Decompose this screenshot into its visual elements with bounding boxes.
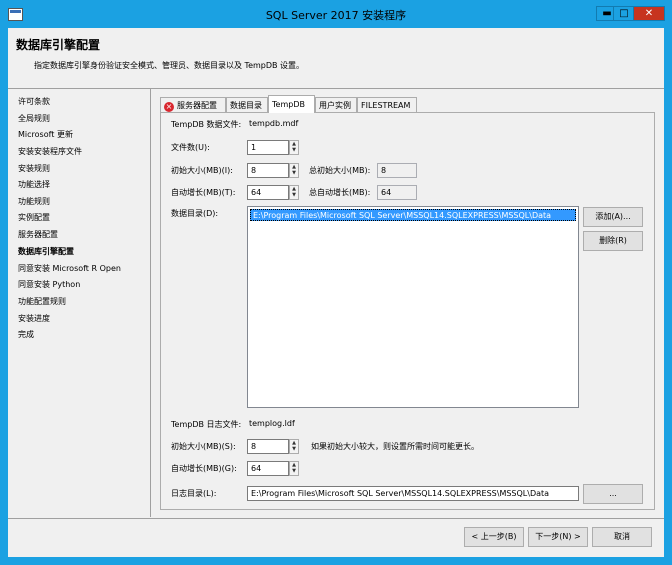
window-title: SQL Server 2017 安装程序 [265,9,407,22]
next-button[interactable]: 下一步(N) > [528,527,588,547]
file-count-label: 文件数(U): [171,143,210,152]
sidebar-item[interactable]: 同意安装 Microsoft R Open [18,263,121,274]
sidebar-item[interactable]: 同意安装 Python [18,279,80,290]
sidebar-item[interactable]: Microsoft 更新 [18,129,73,140]
close-button[interactable]: ✕ [633,6,665,21]
sidebar-item[interactable]: 功能配置规则 [18,296,66,307]
title-bar[interactable]: SQL Server 2017 安装程序 ▬ □ ✕ [0,0,672,28]
data-dir-label: 数据目录(D): [171,209,219,218]
autogrowth-label: 自动增长(MB)(T): [171,188,236,197]
tab-label: 服务器配置 [177,101,217,110]
maximize-button[interactable]: □ [613,6,635,21]
sidebar-item-active[interactable]: 数据库引擎配置 [18,246,74,257]
browse-log-dir-button[interactable]: ... [583,484,643,504]
back-button[interactable]: < 上一步(B) [464,527,524,547]
sidebar-item[interactable]: 实例配置 [18,212,50,223]
total-autogrowth-label: 总自动增长(MB): [309,188,371,197]
log-dir-label: 日志目录(L): [171,489,217,498]
data-dir-list[interactable]: E:\Program Files\Microsoft SQL Server\MS… [247,206,579,408]
initial-size-label: 初始大小(MB)(I): [171,166,233,175]
spin-down-icon[interactable]: ▼ [290,192,298,198]
sidebar-item[interactable]: 安装安装程序文件 [18,146,82,157]
sidebar: 许可条款 全局规则 Microsoft 更新 安装安装程序文件 安装规则 功能选… [8,89,150,519]
data-dir-item[interactable]: E:\Program Files\Microsoft SQL Server\MS… [250,209,576,221]
log-initial-stepper[interactable]: ▲ ▼ [289,439,299,454]
cancel-button[interactable]: 取消 [592,527,652,547]
sidebar-item[interactable]: 完成 [18,329,34,340]
spin-down-icon[interactable]: ▼ [290,170,298,176]
log-autogrowth-input[interactable]: 64 [247,461,289,476]
log-autogrowth-stepper[interactable]: ▲ ▼ [289,461,299,476]
sidebar-item[interactable]: 安装进度 [18,313,50,324]
tab-filestream[interactable]: FILESTREAM [357,97,417,112]
total-initial-value: 8 [377,163,417,178]
log-autogrowth-label: 自动增长(MB)(G): [171,464,237,473]
data-file-label: TempDB 数据文件: [171,120,242,129]
footer-divider [8,518,664,519]
autogrowth-input[interactable]: 64 [247,185,289,200]
sidebar-divider [150,89,151,517]
initial-size-input[interactable]: 8 [247,163,289,178]
page-subtitle: 指定数据库引擎身份验证安全模式、管理员、数据目录以及 TempDB 设置。 [34,61,305,70]
add-dir-button[interactable]: 添加(A)... [583,207,643,227]
sidebar-item[interactable]: 服务器配置 [18,229,58,240]
sidebar-item[interactable]: 功能选择 [18,179,50,190]
log-dir-input[interactable]: E:\Program Files\Microsoft SQL Server\MS… [247,486,579,501]
file-count-input[interactable]: 1 [247,140,289,155]
spin-down-icon[interactable]: ▼ [290,147,298,153]
error-icon: × [164,102,174,112]
log-initial-input[interactable]: 8 [247,439,289,454]
tab-data-directories[interactable]: 数据目录 [226,97,268,112]
tab-tempdb[interactable]: TempDB [268,95,315,113]
spin-down-icon[interactable]: ▼ [290,468,298,474]
log-size-hint: 如果初始大小较大，则设置所需时间可能更长。 [311,442,479,451]
page-header: 数据库引擎配置 指定数据库引擎身份验证安全模式、管理员、数据目录以及 TempD… [8,28,664,89]
page-title: 数据库引擎配置 [16,38,101,52]
tempdb-panel: TempDB 数据文件: tempdb.mdf 文件数(U): 1 ▲ ▼ 初始大… [160,112,655,510]
sidebar-item[interactable]: 许可条款 [18,96,50,107]
spin-down-icon[interactable]: ▼ [290,446,298,452]
log-file-value: templog.ldf [249,419,295,428]
autogrowth-stepper[interactable]: ▲ ▼ [289,185,299,200]
log-initial-label: 初始大小(MB)(S): [171,442,236,451]
sidebar-item[interactable]: 安装规则 [18,163,50,174]
log-file-label: TempDB 日志文件: [171,420,242,429]
initial-size-stepper[interactable]: ▲ ▼ [289,163,299,178]
total-initial-label: 总初始大小(MB): [309,166,371,175]
sidebar-item[interactable]: 功能规则 [18,196,50,207]
remove-dir-button[interactable]: 删除(R) [583,231,643,251]
file-count-stepper[interactable]: ▲ ▼ [289,140,299,155]
tab-server-config[interactable]: × 服务器配置 [160,97,226,112]
client-area: 数据库引擎配置 指定数据库引擎身份验证安全模式、管理员、数据目录以及 TempD… [8,28,664,557]
data-file-value: tempdb.mdf [249,119,299,128]
total-autogrowth-value: 64 [377,185,417,200]
tab-user-instances[interactable]: 用户实例 [315,97,357,112]
sidebar-item[interactable]: 全局规则 [18,113,50,124]
installer-window: SQL Server 2017 安装程序 ▬ □ ✕ 数据库引擎配置 指定数据库… [0,0,672,565]
